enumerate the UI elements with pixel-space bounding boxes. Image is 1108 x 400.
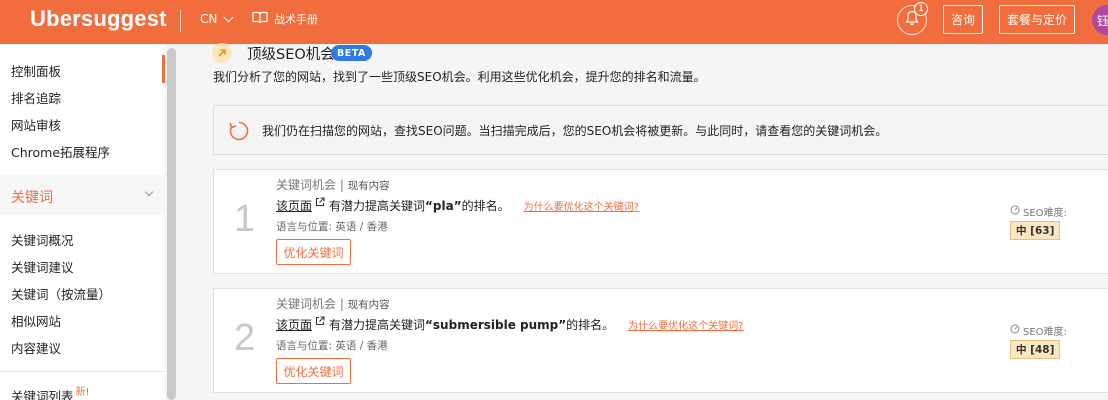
opportunity-card: 2 关键词机会 | 现有内容 该页面 有潜力提高关键词 “submersible… — [213, 288, 1108, 393]
sidebar-section-keywords[interactable]: 关键词 — [0, 175, 165, 215]
sidebar-item-keyword-overview[interactable]: 关键词概况 — [11, 230, 74, 249]
why-optimize-link[interactable]: 为什么要优化这个关键词? — [524, 198, 639, 213]
gauge-icon — [1010, 205, 1020, 218]
book-icon — [252, 11, 268, 27]
language-selector[interactable]: CN — [200, 12, 234, 26]
notification-count-badge: 1 — [914, 2, 928, 16]
optimize-keyword-button[interactable]: 优化关键词 — [276, 239, 351, 265]
seo-difficulty-badge: 中 [48] — [1010, 340, 1061, 359]
language-label: CN — [200, 12, 218, 26]
sidebar-divider — [0, 371, 165, 372]
card-category: 关键词机会 | 现有内容 — [276, 297, 390, 311]
sidebar-item-rank-tracking[interactable]: 排名追踪 — [11, 88, 61, 107]
user-avatar[interactable]: 钰 — [1092, 5, 1108, 35]
card-description: 该页面 有潜力提高关键词 “submersible pump” 的排名。 为什么… — [276, 315, 743, 333]
card-description: 该页面 有潜力提高关键词 “pla” 的排名。 为什么要优化这个关键词? — [276, 196, 639, 214]
arrow-up-right-icon — [212, 43, 232, 63]
header-divider — [180, 10, 181, 32]
handbook-link[interactable]: 战术手册 — [252, 11, 318, 27]
page-link[interactable]: 该页面 — [276, 197, 312, 214]
notifications-button[interactable]: 1 — [897, 2, 928, 35]
page-subtitle: 我们分析了您的网站，找到了一些顶级SEO机会。利用这些优化机会，提升您的排名和流… — [213, 70, 706, 84]
beta-badge: BETA — [331, 45, 372, 61]
language-location: 语言与位置: 英语 / 香港 — [276, 340, 388, 352]
card-category: 关键词机会 | 现有内容 — [276, 178, 390, 192]
ubersuggest-logo[interactable]: Ubersuggest — [30, 6, 167, 32]
why-optimize-link[interactable]: 为什么要优化这个关键词? — [628, 317, 743, 332]
gauge-icon — [1010, 324, 1020, 337]
sidebar-item-keyword-lists[interactable]: 关键词列表 新! — [11, 386, 90, 400]
external-link-icon[interactable] — [315, 196, 325, 210]
opportunity-card: 1 关键词机会 | 现有内容 该页面 有潜力提高关键词 “pla” 的排名。 为… — [213, 169, 1108, 274]
handbook-label: 战术手册 — [274, 13, 318, 26]
sidebar-item-dashboard[interactable]: 控制面板 — [11, 61, 61, 80]
page-title: 顶级SEO机会 — [247, 47, 335, 63]
keyword: “pla” — [425, 198, 462, 213]
card-number: 1 — [234, 198, 256, 240]
language-location: 语言与位置: 英语 / 香港 — [276, 221, 388, 233]
sidebar-item-keyword-ideas[interactable]: 关键词建议 — [11, 257, 74, 276]
sidebar-item-label: 关键词列表 — [11, 389, 74, 400]
chevron-down-icon — [223, 12, 234, 22]
optimize-keyword-button[interactable]: 优化关键词 — [276, 358, 351, 384]
refresh-icon — [228, 120, 250, 146]
external-link-icon[interactable] — [315, 315, 325, 329]
sidebar-item-chrome-extension[interactable]: Chrome拓展程序 — [11, 142, 110, 161]
sidebar-item-site-audit[interactable]: 网站审核 — [11, 115, 61, 134]
seo-difficulty-badge: 中 [63] — [1010, 221, 1061, 240]
page-link[interactable]: 该页面 — [276, 316, 312, 333]
top-navigation-bar: Ubersuggest CN 战术手册 1 咨询 套餐与定价 钰 — [0, 0, 1108, 44]
sidebar: 控制面板 排名追踪 网站审核 Chrome拓展程序 关键词 关键词概况 关键词建… — [0, 44, 165, 400]
chevron-down-icon — [144, 187, 154, 197]
card-number: 2 — [234, 317, 256, 359]
pricing-button[interactable]: 套餐与定价 — [999, 5, 1075, 34]
scan-notice: 我们仍在扫描您的网站，查找SEO问题。当扫描完成后，您的SEO机会将被更新。与此… — [213, 105, 1108, 155]
new-tag: 新! — [75, 387, 90, 398]
sidebar-item-keywords-by-traffic[interactable]: 关键词（按流量） — [11, 284, 111, 303]
scan-notice-text: 我们仍在扫描您的网站，查找SEO问题。当扫描完成后，您的SEO机会将被更新。与此… — [262, 124, 888, 138]
keyword: “submersible pump” — [425, 317, 567, 332]
sidebar-item-content-ideas[interactable]: 内容建议 — [11, 338, 61, 357]
seo-difficulty-label: SEO难度: — [1010, 204, 1067, 219]
sidebar-scrollbar-thumb[interactable] — [167, 48, 176, 400]
seo-difficulty-label: SEO难度: — [1010, 323, 1067, 338]
consult-button[interactable]: 咨询 — [943, 5, 983, 34]
sidebar-section-label: 关键词 — [11, 190, 53, 206]
sidebar-item-similar-websites[interactable]: 相似网站 — [11, 311, 61, 330]
